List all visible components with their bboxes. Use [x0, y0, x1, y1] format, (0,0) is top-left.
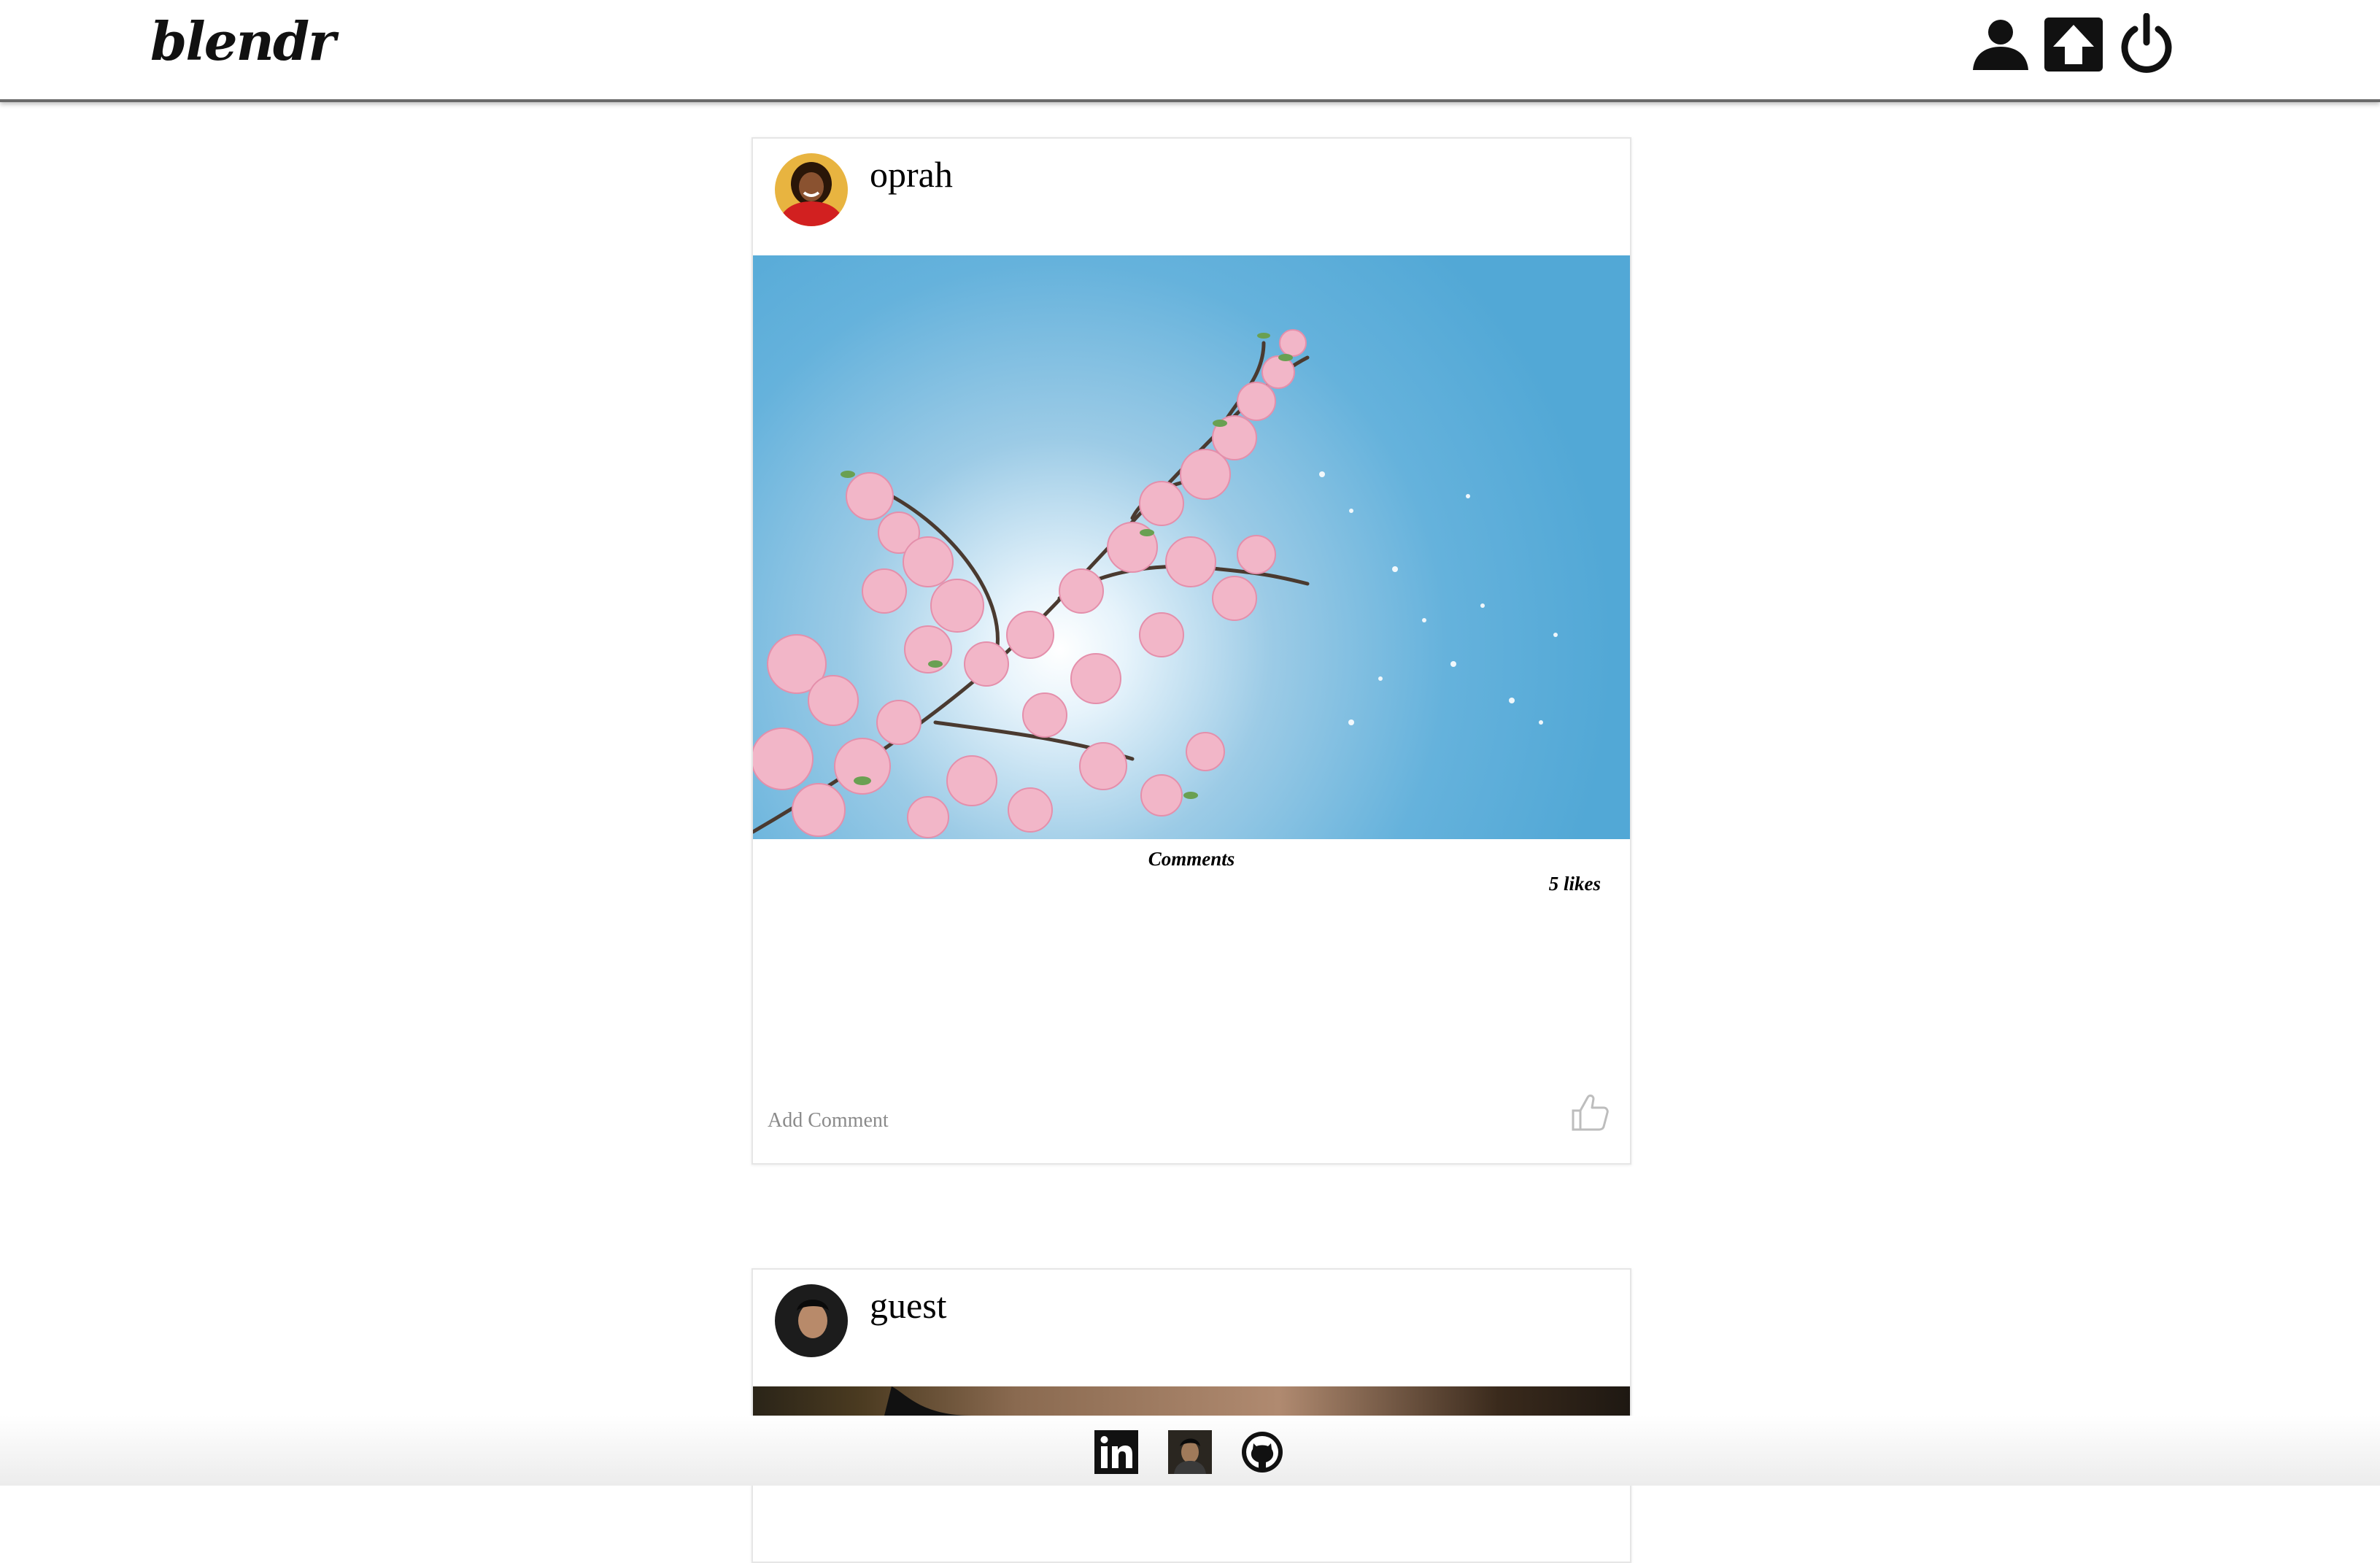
avatar-oprah[interactable] [775, 153, 848, 226]
post-photo[interactable] [753, 1386, 1630, 1416]
thumbs-up-icon[interactable] [1569, 1090, 1610, 1134]
likes-count: 5 likes [1548, 873, 1601, 895]
post-card: oprah Comments 5 likes Add Comment [752, 137, 1631, 1165]
portfolio-avatar[interactable] [1168, 1430, 1212, 1474]
linkedin-icon[interactable] [1094, 1430, 1138, 1474]
user-icon[interactable] [1970, 13, 2031, 74]
avatar-guest[interactable] [775, 1284, 848, 1357]
power-icon[interactable] [2116, 13, 2177, 74]
upload-icon[interactable] [2043, 13, 2104, 74]
post-header: guest [753, 1270, 1630, 1386]
top-navbar: blendr [0, 0, 2380, 102]
post-photo[interactable] [753, 255, 1630, 839]
comments-heading: Comments [1148, 848, 1235, 870]
post-username[interactable]: oprah [870, 153, 953, 196]
add-comment-input[interactable] [768, 1105, 1205, 1137]
post-header: oprah [753, 139, 1630, 255]
post-username[interactable]: guest [870, 1284, 947, 1327]
blendr-logo[interactable]: blendr [150, 10, 336, 72]
github-icon[interactable] [1240, 1430, 1284, 1474]
footer-bar [0, 1416, 2380, 1486]
